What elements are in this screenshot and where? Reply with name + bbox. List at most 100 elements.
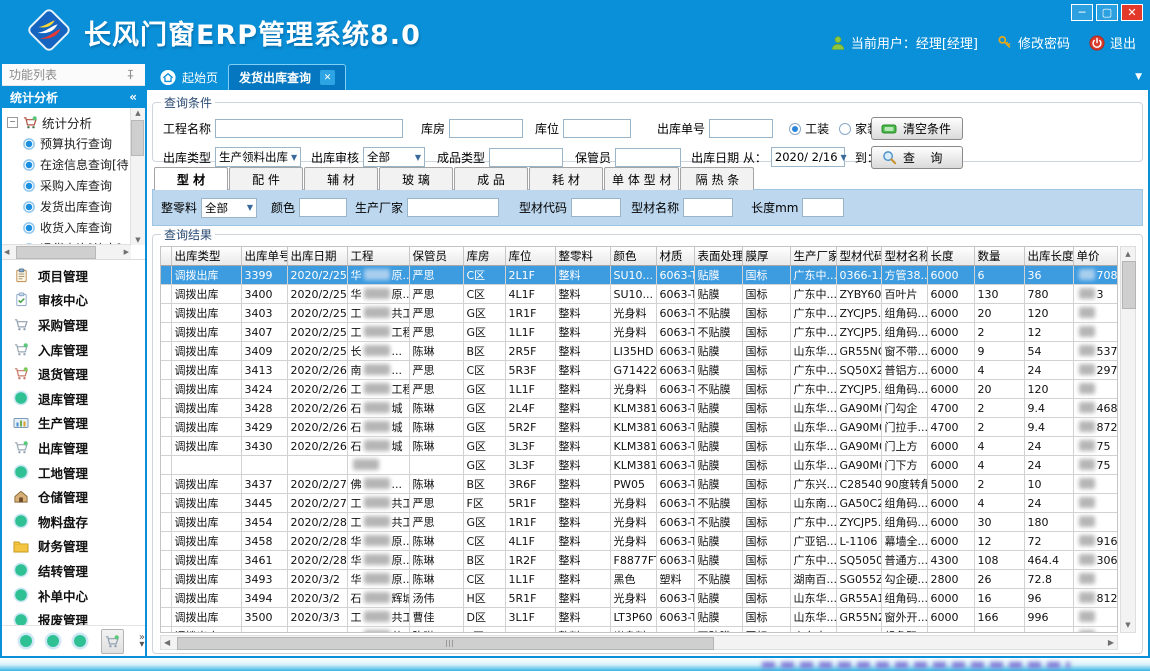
sidebar-item-supplement[interactable]: 补单中心 bbox=[2, 583, 145, 608]
sidebar-item-inbound[interactable]: 入库管理 bbox=[2, 337, 145, 362]
tree-vertical-scrollbar[interactable]: ▲▼ bbox=[130, 108, 145, 245]
material-tab[interactable]: 型 材 bbox=[154, 167, 228, 190]
column-header[interactable]: 单价 bbox=[1073, 247, 1118, 266]
tree-item[interactable]: 发货出库查询 bbox=[7, 196, 145, 217]
length-input[interactable] bbox=[802, 198, 844, 217]
table-row[interactable]: 调拨出库34582020/2/28华原...陈琳C区4L1F整料光身料6063-… bbox=[161, 532, 1118, 551]
profile-code-input[interactable] bbox=[571, 198, 621, 217]
tab-home[interactable]: 起始页 bbox=[150, 65, 228, 90]
maximize-button[interactable]: ▢ bbox=[1096, 4, 1118, 21]
horizontal-scrollbar[interactable]: ◀▶ bbox=[160, 635, 1118, 650]
table-row[interactable]: 调拨出库34092020/2/25长...陈琳B区2R5F整料LI35HD606… bbox=[161, 342, 1118, 361]
whole-part-select[interactable]: 全部▼ bbox=[201, 198, 257, 218]
pin-icon[interactable] bbox=[122, 67, 138, 83]
column-header[interactable]: 整零料 bbox=[555, 247, 610, 266]
tab-shipping-outbound-query[interactable]: 发货出库查询 ✕ bbox=[228, 64, 346, 90]
column-header[interactable]: 出库长度 bbox=[1024, 247, 1073, 266]
tree-horizontal-scrollbar[interactable]: ◀▶ bbox=[2, 244, 131, 259]
search-button[interactable]: 查 询 bbox=[871, 146, 963, 169]
tree-item[interactable]: 采购入库查询 bbox=[7, 175, 145, 196]
sidebar-item-warehouse[interactable]: 仓储管理 bbox=[2, 484, 145, 509]
table-row[interactable]: 调拨出库34132020/2/26南...严思C区5R3F整料G71422606… bbox=[161, 361, 1118, 380]
tab-list-dropdown-icon[interactable]: ▼ bbox=[1135, 72, 1142, 82]
sidebar-item-purchase[interactable]: 采购管理 bbox=[2, 312, 145, 337]
table-row[interactable]: 调拨出库35002020/3/3工共工程曹佳D区3L1F整料LT3P606063… bbox=[161, 608, 1118, 627]
sidebar-item-finance[interactable]: 财务管理 bbox=[2, 534, 145, 559]
column-header[interactable]: 出库类型 bbox=[171, 247, 241, 266]
collapse-icon[interactable]: « bbox=[129, 90, 137, 104]
sidebar-item-returns[interactable]: 退货管理 bbox=[2, 361, 145, 386]
tree-expander-icon[interactable]: − bbox=[7, 117, 18, 128]
green-dot-icon[interactable] bbox=[74, 635, 86, 647]
order-no-input[interactable] bbox=[709, 119, 773, 138]
green-dot-icon[interactable] bbox=[20, 635, 32, 647]
table-row[interactable]: 调拨出库34072020/2/25工工程严思G区1L1F整料光身料6063-T5… bbox=[161, 323, 1118, 342]
column-header[interactable]: 颜色 bbox=[610, 247, 656, 266]
sidebar-item-inventory[interactable]: 物料盘存 bbox=[2, 509, 145, 534]
sidebar-item-audit[interactable]: 审核中心 bbox=[2, 288, 145, 313]
column-header[interactable]: 型材名称 bbox=[881, 247, 927, 266]
table-row[interactable]: 调拨出库34942020/3/2石辉城汤伟H区5R1F整料光身料6063-T5贴… bbox=[161, 589, 1118, 608]
color-input[interactable] bbox=[299, 198, 347, 217]
table-row[interactable]: 调拨出库34932020/3/2华原...陈琳C区1L1F整料黑色塑料不贴膜国标… bbox=[161, 570, 1118, 589]
profile-name-input[interactable] bbox=[683, 198, 733, 217]
table-row[interactable]: 调拨出库34242020/2/26工工程严思G区1L1F整料光身料6063-T5… bbox=[161, 380, 1118, 399]
location-input[interactable] bbox=[563, 119, 631, 138]
product-type-input[interactable] bbox=[489, 148, 563, 167]
column-header[interactable]: 出库日期 bbox=[287, 247, 347, 266]
table-row[interactable]: 调拨出库33992020/2/25华原...严思C区2L1F整料SU10...6… bbox=[161, 266, 1118, 285]
warehouse-input[interactable] bbox=[449, 119, 523, 138]
vertical-scrollbar[interactable]: ▲▼ bbox=[1120, 246, 1136, 633]
sidebar-section-header[interactable]: 统计分析 « bbox=[2, 86, 145, 108]
column-header[interactable]: 库房 bbox=[463, 247, 505, 266]
column-header[interactable]: 工程 bbox=[347, 247, 409, 266]
sidebar-item-project[interactable]: 项目管理 bbox=[2, 263, 145, 288]
sidebar-item-production[interactable]: 生产管理 bbox=[2, 411, 145, 436]
close-button[interactable]: ✕ bbox=[1121, 4, 1143, 21]
out-type-select[interactable]: 生产领料出库▼ bbox=[215, 147, 301, 167]
column-header[interactable]: 材质 bbox=[656, 247, 694, 266]
horizontal-scrollbar-thumb[interactable] bbox=[177, 637, 714, 650]
green-dot-icon[interactable] bbox=[47, 635, 59, 647]
logout-button[interactable]: 退出 bbox=[1089, 33, 1136, 52]
table-row[interactable]: G区3L3F整料KLM38176063-T5贴膜国标山东华...GA90M09.… bbox=[161, 456, 1118, 475]
tree-item[interactable]: 在途信息查询[待 bbox=[7, 154, 145, 175]
table-row[interactable]: 调拨出库34282020/2/26石城陈琳G区2L4F整料KLM38176063… bbox=[161, 399, 1118, 418]
minimize-button[interactable]: ─ bbox=[1071, 4, 1093, 21]
sidebar-item-scrap[interactable]: 报废管理 bbox=[2, 607, 145, 625]
table-row[interactable]: 调拨出库34452020/2/27工共工程严思F区5R1F整料光身料6063-T… bbox=[161, 494, 1118, 513]
sidebar-item-return-store[interactable]: 退库管理 bbox=[2, 386, 145, 411]
clear-conditions-button[interactable]: 清空条件 bbox=[871, 117, 963, 140]
material-tab[interactable]: 单 体 型 材 bbox=[604, 167, 679, 190]
column-header[interactable]: 表面处理 bbox=[694, 247, 742, 266]
material-tab[interactable]: 配 件 bbox=[229, 167, 303, 190]
material-tab[interactable]: 玻 璃 bbox=[379, 167, 453, 190]
material-tab[interactable]: 耗 材 bbox=[529, 167, 603, 190]
tab-close-icon[interactable]: ✕ bbox=[320, 70, 335, 85]
table-row[interactable]: 调拨出库34032020/2/25工共工程严思G区1R1F整料光身料6063-T… bbox=[161, 304, 1118, 323]
radio-gongzhuang[interactable]: 工装 bbox=[789, 120, 829, 137]
table-row[interactable]: 调拨出库34002020/2/25华原...严思C区4L1F整料SU10...6… bbox=[161, 285, 1118, 304]
table-row[interactable]: 调拨出库34612020/2/28华原...陈琳B区1R2F整料F8877FT6… bbox=[161, 551, 1118, 570]
keeper-input[interactable] bbox=[615, 148, 681, 167]
column-header[interactable]: 保管员 bbox=[409, 247, 463, 266]
audit-select[interactable]: 全部▼ bbox=[363, 147, 425, 167]
tree-item[interactable]: 预算执行查询 bbox=[7, 133, 145, 154]
material-tab[interactable]: 隔 热 条 bbox=[680, 167, 754, 190]
vertical-scrollbar-thumb[interactable] bbox=[1122, 261, 1136, 309]
change-password-button[interactable]: 修改密码 bbox=[997, 33, 1070, 52]
column-header[interactable]: 出库单号 bbox=[241, 247, 287, 266]
tree-item[interactable]: 退库管理[待定] bbox=[7, 259, 145, 260]
column-header[interactable]: 生产厂家 bbox=[790, 247, 836, 266]
tree-root[interactable]: − 统计分析 bbox=[7, 112, 145, 133]
table-row[interactable]: 调拨出库34292020/2/26石城陈琳G区5R2F整料KLM38176063… bbox=[161, 418, 1118, 437]
table-row[interactable]: 调拨出库34372020/2/27佛...陈琳B区3R6F整料PW056063-… bbox=[161, 475, 1118, 494]
sidebar-item-carryover[interactable]: 结转管理 bbox=[2, 558, 145, 583]
date-from-picker[interactable]: 2020/ 2/16▼ bbox=[771, 147, 845, 167]
table-row[interactable]: 调拨出库34542020/2/28工共工程严思G区1R1F整料光身料6063-T… bbox=[161, 513, 1118, 532]
column-header[interactable]: 膜厚 bbox=[742, 247, 790, 266]
more-items-button[interactable]: »▾ bbox=[139, 634, 145, 648]
sidebar-item-outbound[interactable]: 出库管理 bbox=[2, 435, 145, 460]
column-header[interactable]: 长度 bbox=[927, 247, 974, 266]
material-tab[interactable]: 成 品 bbox=[454, 167, 528, 190]
